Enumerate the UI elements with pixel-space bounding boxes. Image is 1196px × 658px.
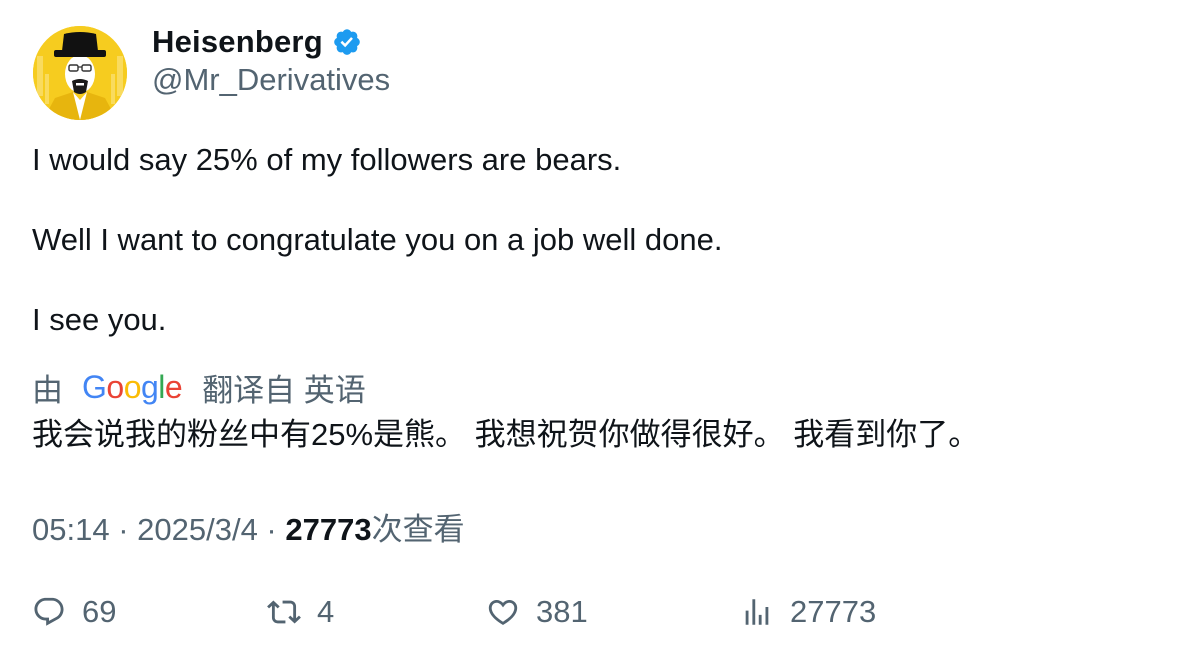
- tweet-paragraph: I would say 25% of my followers are bear…: [32, 142, 622, 177]
- translation-attribution[interactable]: 由 Google 翻译自 英语: [32, 366, 366, 408]
- author-name-row[interactable]: Heisenberg: [152, 22, 362, 62]
- tweet-text: I would say 25% of my followers are bear…: [32, 140, 722, 340]
- analytics-icon: [740, 595, 774, 629]
- views-button[interactable]: 27773: [740, 590, 876, 634]
- translated-text: 我会说我的粉丝中有25%是熊。 我想祝贺你做得很好。 我看到你了。: [32, 417, 980, 452]
- google-logo: Google: [82, 368, 183, 405]
- reply-button[interactable]: 69: [32, 590, 116, 634]
- reply-count: 69: [82, 594, 117, 629]
- tweet-paragraph: I see you.: [32, 302, 167, 337]
- action-bar: 69 4 381 27773: [32, 590, 1162, 634]
- avatar[interactable]: [33, 26, 127, 120]
- tweet-date[interactable]: 2025/3/4: [137, 512, 258, 547]
- author-handle[interactable]: @Mr_Derivatives: [152, 62, 390, 98]
- views-count: 27773: [285, 512, 372, 547]
- display-name[interactable]: Heisenberg: [152, 24, 323, 60]
- tweet-meta: 05:14 · 2025/3/4 · 27773次查看: [32, 504, 465, 549]
- like-button[interactable]: 381: [486, 590, 588, 634]
- translation-suffix: 翻译自 英语: [202, 372, 366, 408]
- retweet-button[interactable]: 4: [267, 590, 334, 634]
- retweet-icon: [267, 595, 301, 629]
- heisenberg-avatar-image: [33, 26, 127, 120]
- translation-prefix: 由: [32, 372, 63, 408]
- verified-badge-icon: [332, 27, 362, 57]
- reply-icon: [32, 595, 66, 629]
- tweet-paragraph: Well I want to congratulate you on a job…: [32, 222, 723, 257]
- meta-separator: ·: [109, 512, 138, 547]
- tweet-time[interactable]: 05:14: [32, 512, 110, 547]
- views-label: 次查看: [371, 512, 465, 547]
- views-action-count: 27773: [790, 594, 877, 629]
- like-count: 381: [536, 594, 588, 629]
- retweet-count: 4: [317, 594, 335, 629]
- heart-icon: [486, 595, 520, 629]
- meta-separator: ·: [257, 512, 286, 547]
